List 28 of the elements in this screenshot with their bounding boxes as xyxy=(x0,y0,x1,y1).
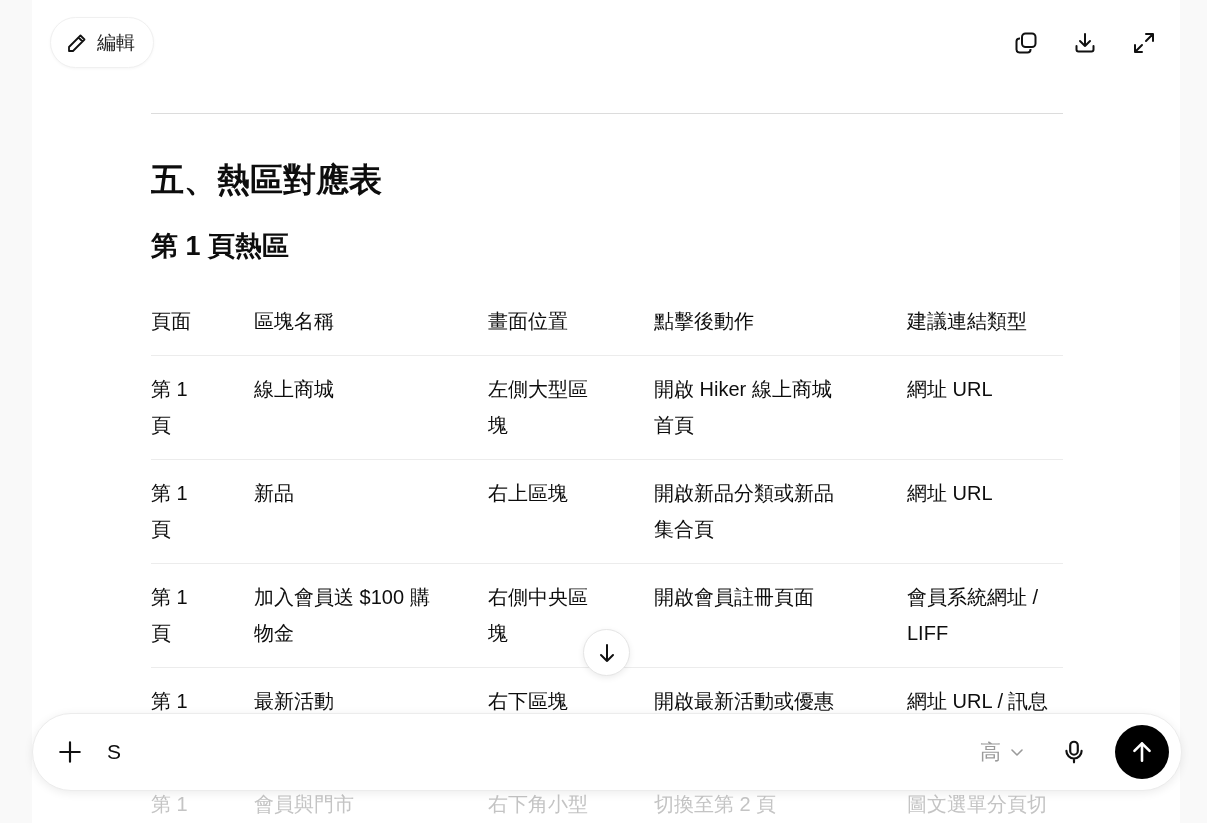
edit-button[interactable]: 編輯 xyxy=(50,17,154,68)
message-composer[interactable]: S 高 xyxy=(32,713,1182,791)
copy-icon[interactable] xyxy=(1014,30,1038,55)
table-cell: 開啟 Hiker 線上商城首頁 xyxy=(654,356,907,460)
table-cell: 開啟會員註冊頁面 xyxy=(654,564,907,668)
table-cell: 網址 URL xyxy=(907,460,1063,564)
column-header: 區塊名稱 xyxy=(254,303,488,356)
plus-icon[interactable] xyxy=(57,739,83,765)
table-cell: 加入會員送 $100 購物金 xyxy=(254,564,488,668)
table-cell: 網址 URL xyxy=(907,356,1063,460)
column-header: 頁面 xyxy=(151,303,254,356)
column-header: 建議連結類型 xyxy=(907,303,1063,356)
table-cell: 會員系統網址 / LIFF xyxy=(907,564,1063,668)
column-header: 畫面位置 xyxy=(488,303,654,356)
column-header: 點擊後動作 xyxy=(654,303,907,356)
section-heading: 五、熱區對應表 xyxy=(151,160,383,200)
table-cell: 右上區塊 xyxy=(488,460,654,564)
table-cell: 左側大型區塊 xyxy=(488,356,654,460)
subsection-heading: 第 1 頁熱區 xyxy=(151,230,291,263)
table-cell: 新品 xyxy=(254,460,488,564)
table-cell: 第 1 頁 xyxy=(151,564,254,668)
table-cell: 開啟新品分類或新品集合頁 xyxy=(654,460,907,564)
table-cell: 第 1 頁 xyxy=(151,460,254,564)
expand-icon[interactable] xyxy=(1132,30,1156,55)
download-icon[interactable] xyxy=(1073,30,1097,55)
table-cell: 第 1 頁 xyxy=(151,356,254,460)
table-cell: 線上商城 xyxy=(254,356,488,460)
send-button[interactable] xyxy=(1115,725,1169,779)
